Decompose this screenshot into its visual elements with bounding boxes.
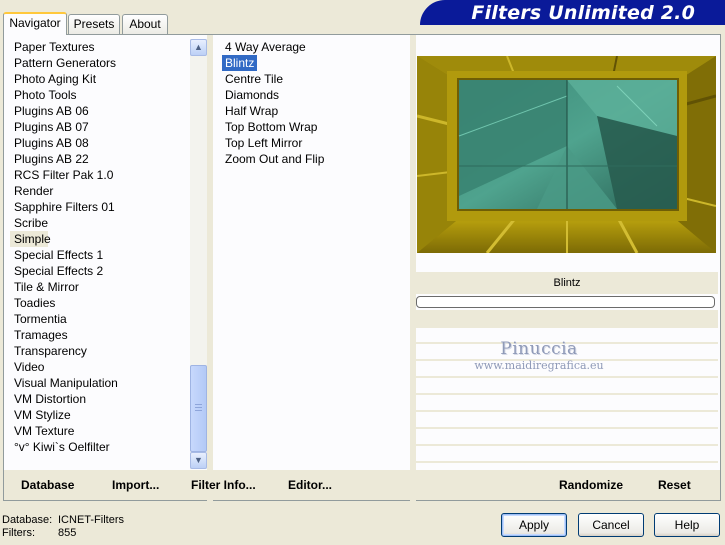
tab-navigator[interactable]: Navigator: [3, 12, 67, 35]
reset-button[interactable]: Reset: [658, 478, 691, 492]
cancel-button[interactable]: Cancel: [578, 513, 644, 537]
filter-item[interactable]: Diamonds: [219, 87, 404, 103]
editor-button[interactable]: Editor...: [288, 478, 332, 492]
category-item[interactable]: RCS Filter Pak 1.0: [10, 167, 190, 183]
watermark-name: Pinuccia: [500, 339, 578, 359]
category-item[interactable]: Tormentia: [10, 311, 190, 327]
tab-about[interactable]: About: [122, 14, 168, 34]
scroll-up-arrow-icon[interactable]: ▲: [190, 39, 207, 56]
watermark: Pinuccia www.maidiregrafica.eu: [444, 339, 634, 372]
category-item[interactable]: Simple: [10, 231, 51, 247]
category-item[interactable]: Pattern Generators: [10, 55, 190, 71]
brand-title: Filters Unlimited 2.0: [471, 2, 695, 24]
filter-info-button[interactable]: Filter Info...: [191, 478, 256, 492]
filter-item-label: Half Wrap: [225, 104, 279, 118]
category-item[interactable]: VM Texture: [10, 423, 190, 439]
filter-item[interactable]: Half Wrap: [219, 103, 404, 119]
category-item[interactable]: Tramages: [10, 327, 190, 343]
filter-item[interactable]: Blintz: [219, 55, 404, 71]
preview-filter-name: Blintz: [416, 272, 718, 294]
category-item[interactable]: Transparency: [10, 343, 190, 359]
filter-item-label: 4 Way Average: [225, 40, 306, 54]
apply-button[interactable]: Apply: [501, 513, 567, 537]
import-button[interactable]: Import...: [112, 478, 159, 492]
category-item[interactable]: Tile & Mirror: [10, 279, 190, 295]
help-button[interactable]: Help: [654, 513, 720, 537]
preview-filter-label: Blintz: [553, 277, 581, 289]
filter-item[interactable]: Top Bottom Wrap: [219, 119, 404, 135]
category-item[interactable]: Plugins AB 06: [10, 103, 190, 119]
filter-item-label: Diamonds: [225, 88, 280, 102]
status-info: Database: ICNET-Filters Filters: 855: [2, 514, 124, 540]
category-item[interactable]: VM Stylize: [10, 407, 190, 423]
category-item[interactable]: °v° Kiwi`s Oelfilter: [10, 439, 190, 455]
filter-preview-image: [417, 56, 716, 253]
category-item[interactable]: Toadies: [10, 295, 190, 311]
category-item[interactable]: Plugins AB 08: [10, 135, 190, 151]
category-item[interactable]: Render: [10, 183, 190, 199]
category-item[interactable]: Photo Aging Kit: [10, 71, 190, 87]
category-item[interactable]: Photo Tools: [10, 87, 190, 103]
category-item[interactable]: Plugins AB 07: [10, 119, 190, 135]
category-item[interactable]: Video: [10, 359, 190, 375]
filter-item[interactable]: 4 Way Average: [219, 39, 404, 55]
category-item[interactable]: Paper Textures: [10, 39, 190, 55]
database-label: Database:: [2, 514, 53, 526]
filter-item[interactable]: Centre Tile: [219, 71, 404, 87]
grip-icon: [195, 404, 202, 411]
scrollbar-thumb[interactable]: [190, 365, 207, 452]
category-item[interactable]: Sapphire Filters 01: [10, 199, 190, 215]
parameter-area-header: [416, 310, 718, 328]
database-value: ICNET-Filters: [58, 514, 124, 526]
category-list[interactable]: Paper Textures Pattern Generators Photo Ag…: [10, 39, 190, 469]
category-item[interactable]: Special Effects 1: [10, 247, 190, 263]
parameter-area: [416, 310, 718, 470]
filter-item[interactable]: Zoom Out and Flip: [219, 151, 404, 167]
tab-presets[interactable]: Presets: [68, 14, 120, 34]
filters-count-label: Filters:: [2, 527, 35, 539]
filter-item-label: Centre Tile: [225, 72, 284, 86]
filter-item[interactable]: Top Left Mirror: [219, 135, 404, 151]
navigator-panel: Paper Textures Pattern Generators Photo Ag…: [3, 34, 721, 502]
scroll-down-arrow-icon[interactable]: ▼: [190, 452, 207, 469]
watermark-url: www.maidiregrafica.eu: [474, 359, 604, 372]
brand-banner: Filters Unlimited 2.0: [420, 0, 725, 25]
panel-toolbar: Database Import... Filter Info... Editor…: [4, 470, 720, 500]
progress-bar: [416, 296, 715, 308]
category-item[interactable]: Visual Manipulation: [10, 375, 190, 391]
filter-item-label: Top Left Mirror: [225, 136, 303, 150]
database-button[interactable]: Database: [21, 478, 74, 492]
category-item[interactable]: Plugins AB 22: [10, 151, 190, 167]
filter-item-label: Blintz: [222, 55, 258, 71]
filter-item-label: Zoom Out and Flip: [225, 152, 325, 166]
filter-list[interactable]: 4 Way Average Blintz Centre Tile Diamonds Ha…: [219, 39, 404, 469]
filters-count-value: 855: [58, 527, 77, 539]
filter-item-label: Top Bottom Wrap: [225, 120, 318, 134]
category-item[interactable]: Special Effects 2: [10, 263, 190, 279]
category-scrollbar[interactable]: ▲ ▼: [190, 39, 207, 469]
randomize-button[interactable]: Randomize: [559, 478, 623, 492]
category-item[interactable]: Scribe: [10, 215, 190, 231]
preview-artwork: [417, 56, 716, 253]
column-divider: [207, 35, 213, 502]
category-item[interactable]: VM Distortion: [10, 391, 190, 407]
